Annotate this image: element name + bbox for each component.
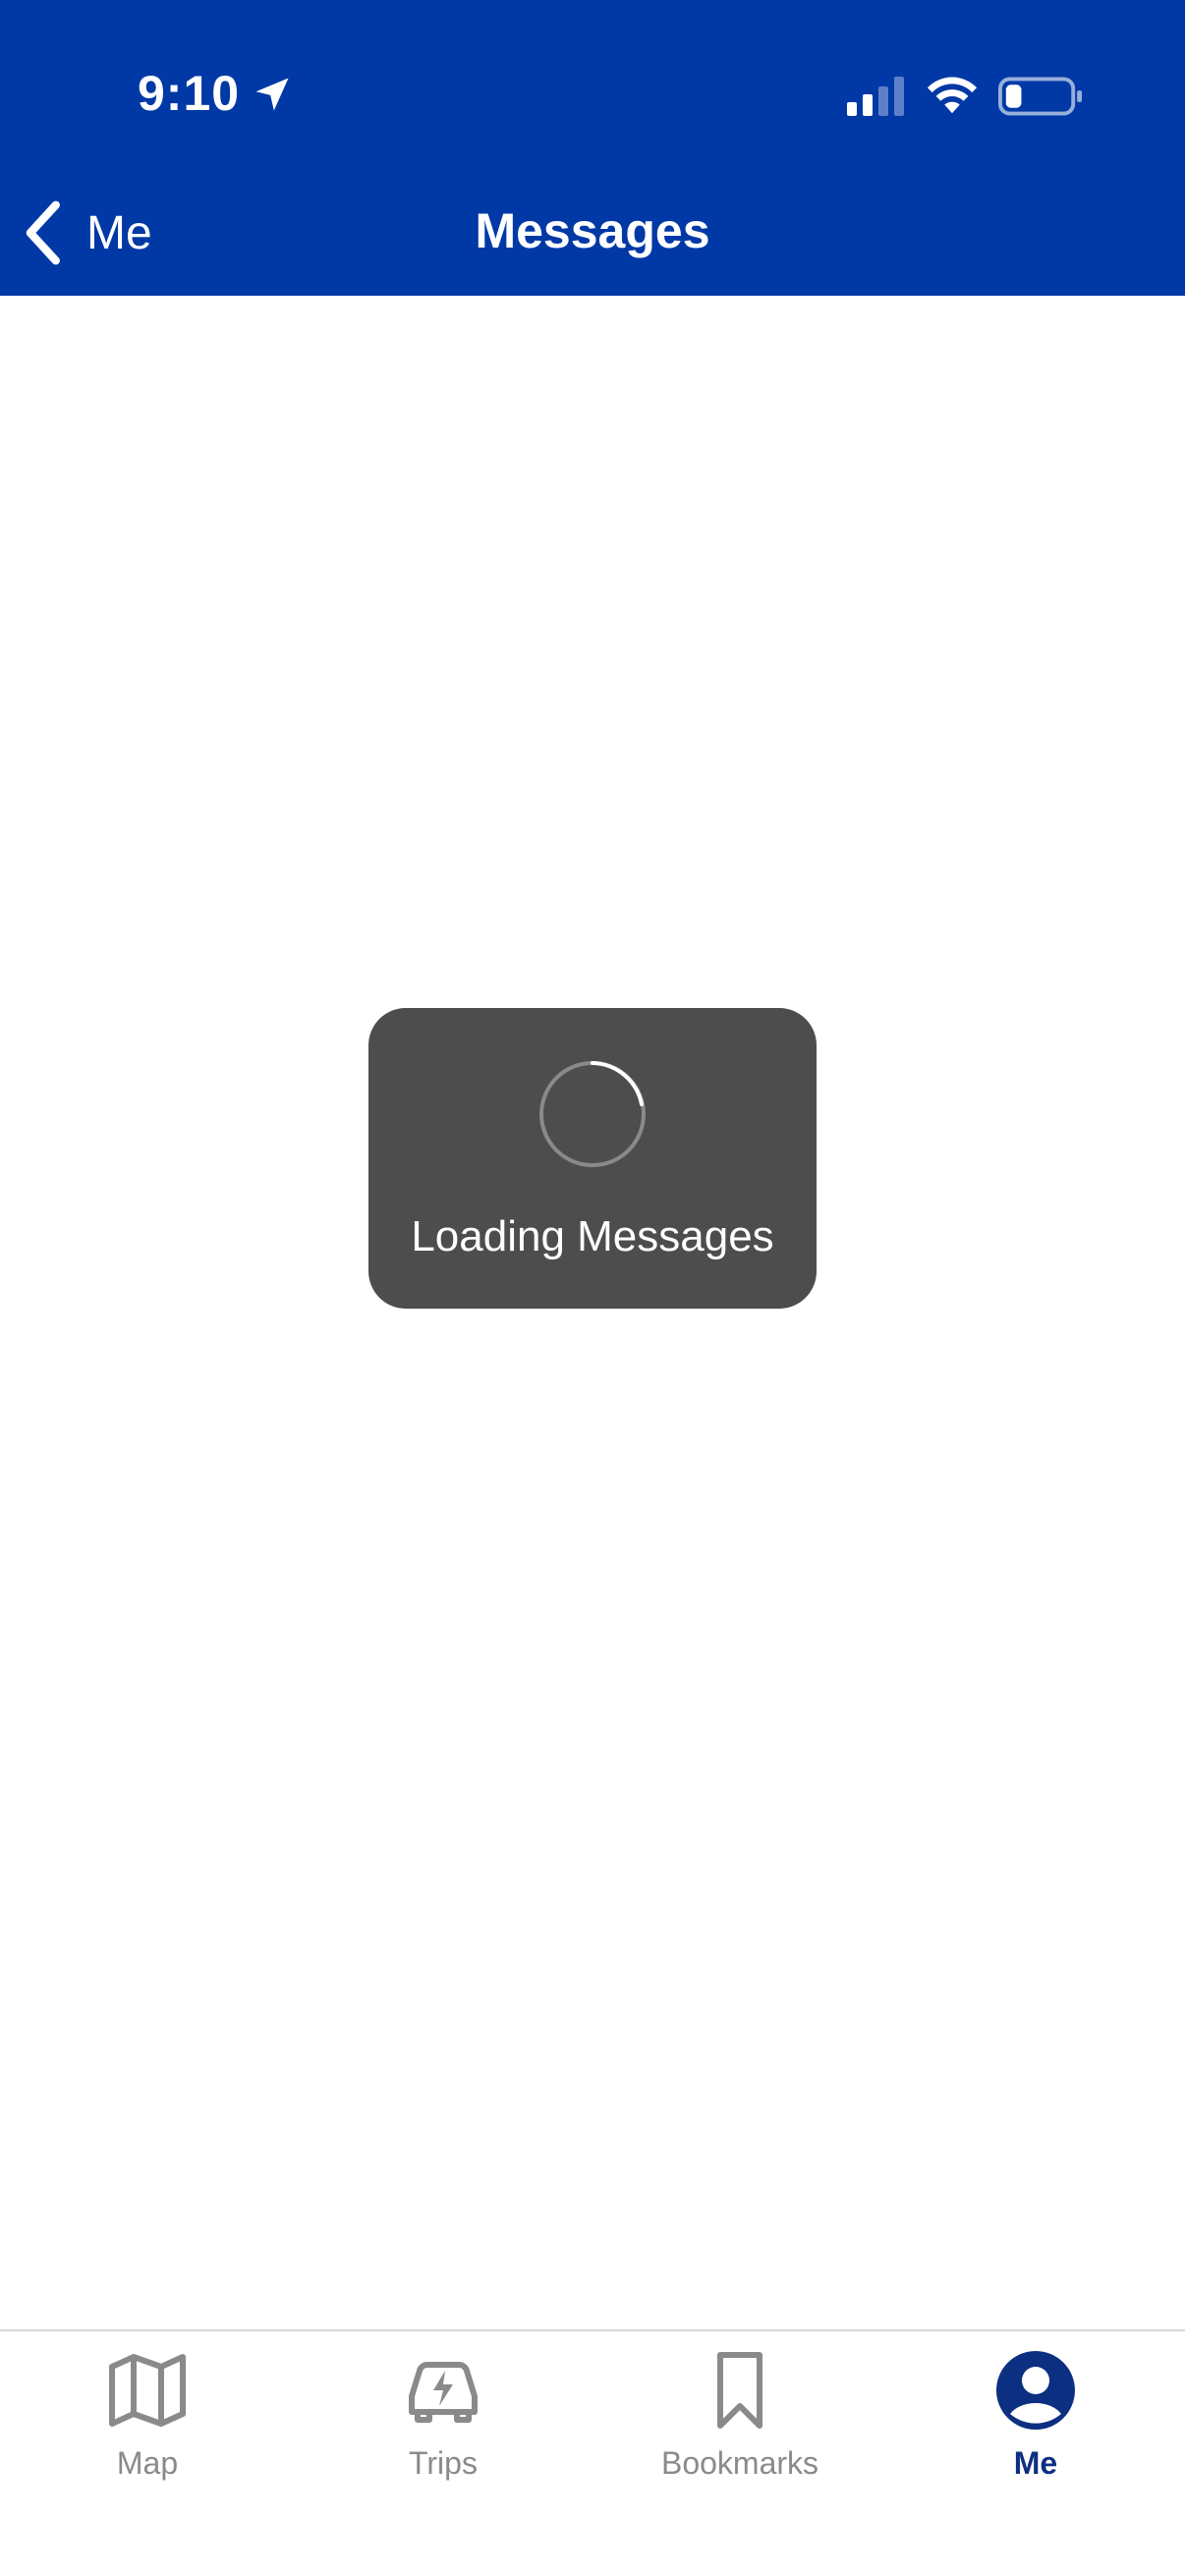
tab-map[interactable]: Map xyxy=(0,2349,295,2487)
tab-me[interactable]: Me xyxy=(888,2349,1183,2487)
location-arrow-icon xyxy=(255,78,289,111)
screen: 9:10 Me Messages Loading Messages Map Tr… xyxy=(0,0,1185,2576)
status-bar: 9:10 xyxy=(0,0,1185,187)
page-title: Messages xyxy=(475,203,710,258)
header: 9:10 Me Messages xyxy=(0,0,1185,296)
tab-me-label: Me xyxy=(1013,2445,1058,2481)
tab-map-label: Map xyxy=(116,2445,179,2481)
tab-bookmarks-label: Bookmarks xyxy=(660,2445,819,2481)
spinner-icon xyxy=(539,1061,646,1167)
map-icon xyxy=(109,2354,186,2427)
tab-bar: Map Trips Bookmarks Me xyxy=(0,2329,1185,2576)
cellular-signal-icon xyxy=(847,77,904,116)
loading-label: Loading Messages xyxy=(411,1212,774,1260)
ev-car-icon xyxy=(409,2362,478,2423)
tab-trips[interactable]: Trips xyxy=(296,2349,591,2487)
status-time: 9:10 xyxy=(138,66,241,121)
battery-icon xyxy=(998,77,1083,116)
tab-trips-label: Trips xyxy=(409,2445,478,2481)
tab-bookmarks[interactable]: Bookmarks xyxy=(592,2349,887,2487)
navigation-bar: Me Messages xyxy=(0,187,1185,296)
loading-indicator: Loading Messages xyxy=(368,1008,817,1309)
bookmark-icon xyxy=(717,2352,762,2429)
wifi-icon xyxy=(927,77,978,114)
profile-icon xyxy=(996,2351,1075,2430)
